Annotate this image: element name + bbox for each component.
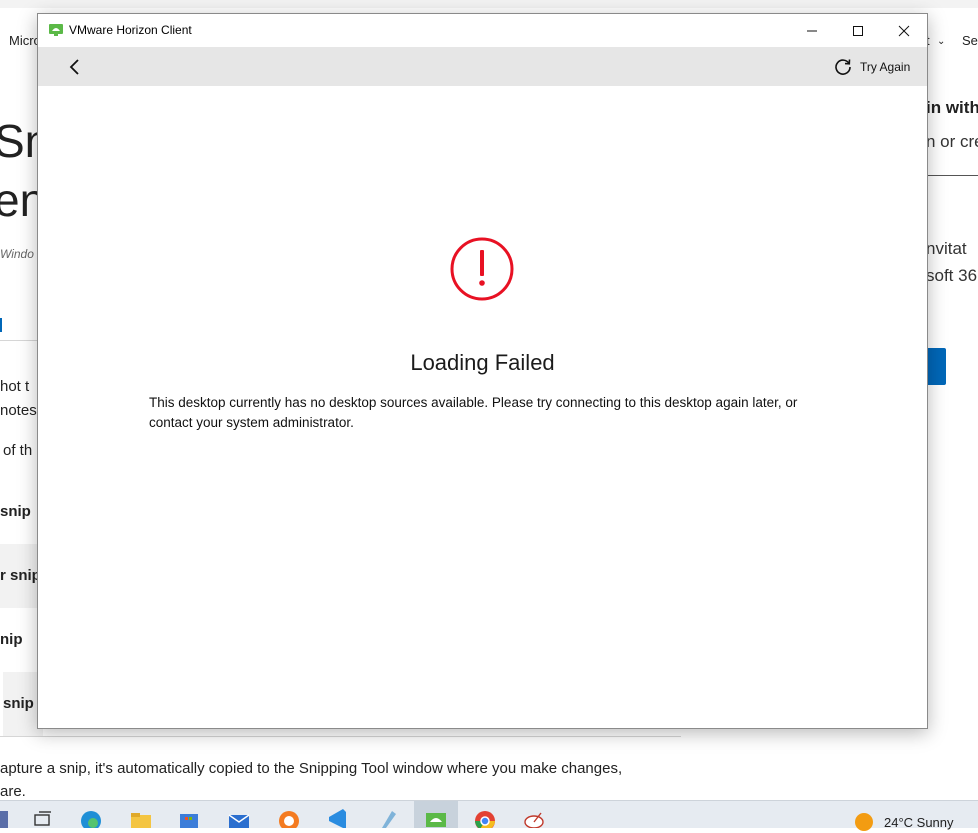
- chrome-icon[interactable]: [474, 807, 496, 831]
- sidebar-text: n or cre: [926, 132, 978, 151]
- article-text: of th: [3, 442, 33, 459]
- task-view-icon[interactable]: [32, 807, 54, 828]
- back-button[interactable]: [60, 52, 90, 82]
- article-text: are.: [0, 783, 26, 800]
- close-icon: [898, 25, 910, 36]
- article-text: hot t: [0, 378, 30, 395]
- article-applies-to: Windo: [0, 247, 34, 261]
- try-again-button[interactable]: Try Again: [833, 55, 910, 79]
- minimize-button[interactable]: [789, 14, 835, 47]
- article-text: apture a snip, it's automatically copied…: [0, 760, 623, 777]
- article-link-marker[interactable]: [0, 318, 2, 332]
- try-again-label: Try Again: [860, 60, 911, 74]
- horizon-icon[interactable]: [425, 807, 447, 828]
- refresh-icon: [835, 59, 851, 75]
- store-icon[interactable]: [178, 807, 200, 828]
- nav-item-microsoft[interactable]: Micro: [9, 33, 41, 48]
- maximize-icon: [853, 25, 863, 36]
- browser-tabstrip: [0, 0, 978, 8]
- mail-icon[interactable]: [228, 807, 250, 828]
- sidebar-text: nvitat: [926, 239, 967, 258]
- edge-icon[interactable]: [80, 807, 102, 831]
- sidebar-text: soft 36: [926, 266, 978, 285]
- close-button[interactable]: [881, 14, 927, 47]
- toolbar: Try Again: [38, 47, 927, 86]
- maximize-button[interactable]: [835, 14, 881, 47]
- error-message: This desktop currently has no desktop so…: [149, 395, 798, 430]
- taskbar: 24°C Sunny: [0, 800, 978, 831]
- nav-chevron-icon: ⌄: [937, 36, 946, 47]
- title-bar[interactable]: VMware Horizon Client: [38, 14, 927, 47]
- satellite-icon[interactable]: [523, 807, 545, 829]
- horizon-app-icon: [49, 23, 63, 37]
- file-explorer-icon[interactable]: [130, 807, 152, 828]
- start-icon[interactable]: [0, 807, 10, 828]
- avast-icon[interactable]: [278, 807, 300, 831]
- error-title: Loading Failed: [410, 350, 555, 375]
- error-circle-icon: [449, 236, 515, 302]
- minimize-icon: [807, 30, 817, 31]
- divider: [0, 736, 681, 737]
- nav-item-search[interactable]: Se: [962, 33, 978, 48]
- weather-sun-icon[interactable]: [855, 813, 873, 831]
- article-text: notes,: [0, 402, 41, 419]
- table-row: snip: [0, 503, 31, 520]
- table-row: r snip: [0, 544, 41, 608]
- error-panel: Loading Failed This desktop currently ha…: [38, 86, 927, 728]
- table-row: nip: [0, 631, 23, 648]
- window-title: VMware Horizon Client: [69, 23, 192, 37]
- pen-icon[interactable]: [376, 807, 398, 828]
- weather-text[interactable]: 24°C Sunny: [884, 815, 954, 830]
- divider: [0, 340, 40, 341]
- horizon-client-window: VMware Horizon Client Try Again Loading …: [37, 13, 928, 729]
- chevron-left-icon: [69, 59, 79, 75]
- divider: [926, 175, 978, 176]
- sidebar-button[interactable]: [926, 348, 946, 385]
- vscode-icon[interactable]: [326, 807, 348, 828]
- sidebar-signin-title: in with: [926, 98, 978, 117]
